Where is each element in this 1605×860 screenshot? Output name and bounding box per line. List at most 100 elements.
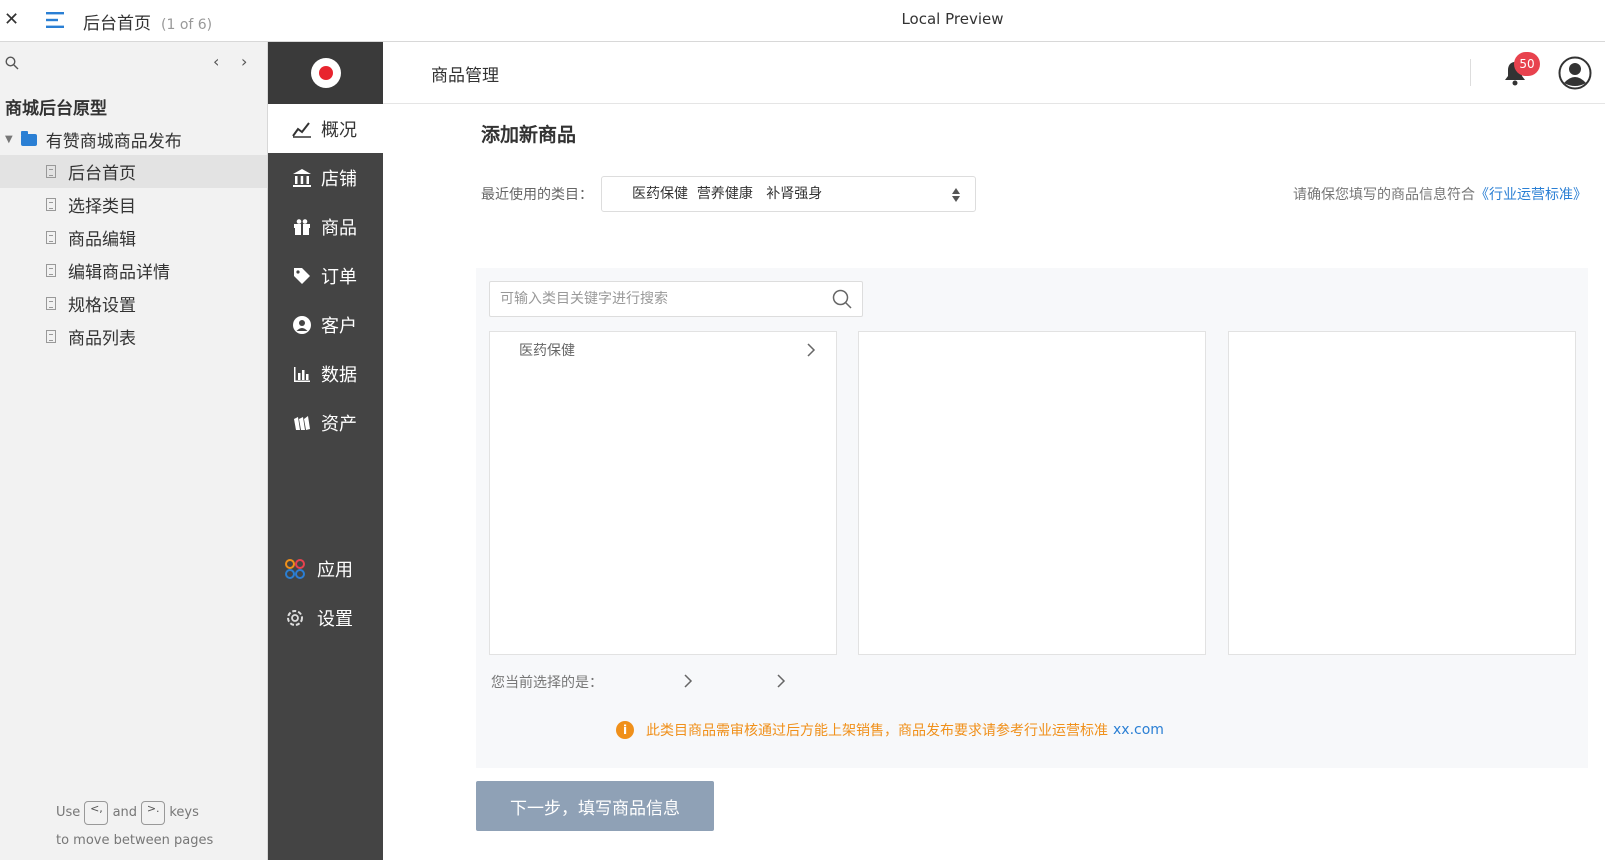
notification-badge: 50	[1514, 52, 1540, 76]
sitemap-page-item[interactable]: 后台首页	[0, 155, 267, 188]
user-circle-icon	[293, 315, 311, 334]
top-bar: ✕ 后台首页 (1 of 6) Local Preview	[0, 0, 1605, 42]
page-title-text: 后台首页	[83, 14, 151, 34]
bar-chart-icon	[294, 366, 310, 382]
sitemap-page-item[interactable]: 选择类目	[0, 188, 267, 221]
nav-item-data[interactable]: 数据	[268, 349, 383, 398]
nav-label: 概况	[321, 119, 357, 141]
nav-item-goods[interactable]: 商品	[268, 202, 383, 251]
recent-category-label: 最近使用的类目：	[481, 187, 593, 203]
category-item-label: 医药保健	[519, 343, 575, 359]
key-next: >.	[141, 800, 166, 825]
sitemap-panel: ‹ › 商城后台原型 ▼ 有赞商城商品发布 后台首页 选择类目 商品编辑 编辑商…	[0, 42, 268, 860]
project-name: 商城后台原型	[5, 99, 107, 119]
chevron-right-icon	[807, 343, 816, 357]
search-icon[interactable]	[5, 56, 19, 70]
sitemap-page-label: 选择类目	[68, 197, 136, 217]
page-title: 添加新商品	[481, 124, 577, 146]
folder-icon	[20, 130, 37, 146]
notice-text: 请确保您填写的商品信息符合	[1293, 187, 1475, 203]
header-divider	[1470, 59, 1471, 86]
page-count: (1 of 6)	[161, 17, 213, 33]
keyboard-hint: Use <, and >. keys to move between pages	[56, 799, 213, 855]
nav-label: 应用	[317, 559, 353, 581]
apps-icon	[285, 558, 305, 579]
nav-label: 设置	[317, 608, 353, 630]
hint-and: and	[112, 805, 138, 820]
preview-label: Local Preview	[901, 10, 1004, 28]
gift-icon	[294, 218, 310, 235]
hint-move: to move between pages	[56, 833, 214, 848]
recent-category-select[interactable]: 医药保健 营养健康 补肾强身	[601, 176, 976, 212]
next-page-icon[interactable]: ›	[241, 52, 247, 71]
prev-page-icon[interactable]: ‹	[213, 52, 219, 71]
next-step-button[interactable]: 下一步，填写商品信息	[476, 781, 714, 831]
sitemap-page-label: 后台首页	[68, 164, 136, 184]
sitemap-page-item[interactable]: 商品列表	[0, 320, 267, 353]
sitemap-folder[interactable]: ▼ 有赞商城商品发布	[5, 127, 182, 152]
sitemap-page-item[interactable]: 商品编辑	[0, 221, 267, 254]
nav-label: 店铺	[321, 168, 357, 190]
search-icon[interactable]	[832, 289, 852, 309]
recent-category-value: 医药保健 营养健康 补肾强身	[632, 186, 823, 202]
brand-logo-icon[interactable]	[311, 58, 341, 88]
tag-icon	[294, 267, 310, 284]
nav-item-assets[interactable]: 资产	[268, 398, 383, 447]
page-doc-icon	[46, 264, 56, 277]
review-warning: i 此类目商品需审核通过后方能上架销售，商品发布要求请参考行业运营标准 xx.c…	[616, 720, 1164, 740]
wallet-icon	[294, 415, 310, 430]
preview-label-wrap: Local Preview	[0, 10, 1605, 28]
hint-use: Use	[56, 805, 81, 820]
menu-icon[interactable]	[46, 10, 66, 30]
category-search-box	[489, 281, 863, 317]
nav-label: 数据	[321, 364, 357, 386]
nav-item-overview[interactable]: 概况	[268, 104, 383, 153]
current-page-title: 后台首页 (1 of 6)	[83, 9, 212, 34]
hint-keys: keys	[169, 805, 199, 820]
sitemap-page-item[interactable]: 编辑商品详情	[0, 254, 267, 287]
folder-label: 有赞商城商品发布	[45, 132, 182, 152]
nav-item-settings[interactable]: 设置	[268, 593, 383, 642]
nav-label: 订单	[321, 266, 357, 288]
sitemap-page-item[interactable]: 规格设置	[0, 287, 267, 320]
standards-link[interactable]: 《行业运营标准》	[1475, 187, 1587, 203]
page-doc-icon	[46, 330, 56, 343]
nav-item-orders[interactable]: 订单	[268, 251, 383, 300]
close-icon[interactable]: ✕	[4, 9, 19, 30]
nav-item-apps[interactable]: 应用	[268, 544, 383, 593]
page-doc-icon	[46, 231, 56, 244]
nav-item-customers[interactable]: 客户	[268, 300, 383, 349]
key-prev: <,	[84, 800, 109, 825]
bank-icon	[293, 168, 311, 187]
category-column-1: 医药保健	[489, 331, 837, 655]
nav-label: 商品	[321, 217, 357, 239]
page-doc-icon	[46, 297, 56, 310]
chevron-right-icon	[777, 674, 786, 688]
page-doc-icon	[46, 198, 56, 211]
sitemap-pages: 后台首页 选择类目 商品编辑 编辑商品详情 规格设置 商品列表	[0, 155, 267, 353]
category-item[interactable]: 医药保健	[490, 332, 836, 368]
sitemap-page-label: 规格设置	[68, 296, 136, 316]
expand-triangle-icon[interactable]: ▼	[5, 134, 13, 145]
info-icon: i	[616, 721, 634, 739]
chevron-right-icon	[684, 674, 693, 688]
logo-area	[268, 42, 383, 104]
content-header: 商品管理 50	[383, 42, 1605, 104]
current-selection-label: 您当前选择的是：	[491, 675, 603, 691]
sitemap-page-label: 商品编辑	[68, 230, 136, 250]
header-title: 商品管理	[431, 66, 499, 86]
nav-item-store[interactable]: 店铺	[268, 153, 383, 202]
category-column-3	[1228, 331, 1576, 655]
avatar-icon[interactable]	[1558, 56, 1592, 90]
nav-label: 客户	[321, 315, 357, 337]
main-nav: 概况 店铺 商品 订单 客户 数据 资产 应用 设置	[268, 42, 383, 860]
standards-notice: 请确保您填写的商品信息符合《行业运营标准》	[1293, 184, 1587, 204]
category-search-input[interactable]	[490, 282, 810, 316]
gear-icon	[287, 609, 303, 626]
category-panel: 医药保健 您当前选择的是： i 此类目商品需审核通过后方能上架销售，商品发布要求…	[476, 268, 1588, 768]
warning-link[interactable]: xx.com	[1113, 722, 1164, 738]
category-column-2	[858, 331, 1206, 655]
sitemap-page-label: 编辑商品详情	[68, 263, 170, 283]
sitemap-page-label: 商品列表	[68, 329, 136, 349]
line-chart-icon	[292, 121, 311, 138]
